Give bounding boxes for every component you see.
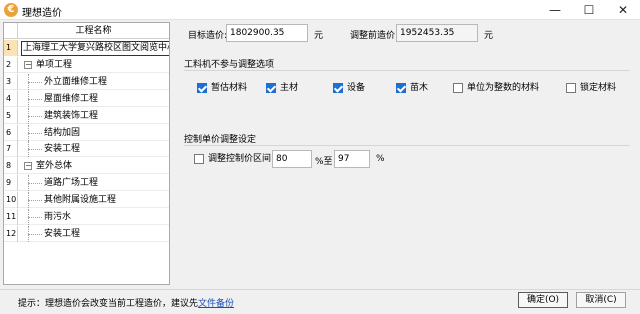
ok-button[interactable]: 确定(O) [518,292,568,308]
tree-connector-line [28,233,42,235]
tree-connector-line [28,132,42,134]
tree-row-number: 5 [4,107,18,124]
tree-row-number: 8 [4,158,18,175]
checkbox-box[interactable] [197,83,207,93]
tree-row[interactable]: 7 安装工程 [4,141,169,158]
collapse-toggle-icon[interactable]: − [24,60,32,69]
tree-row[interactable]: 1 上海理工大学复兴路校区图文阅览中心 [4,40,169,56]
tree-row-label: 道路广场工程 [44,178,99,189]
tree-row-label: 安装工程 [44,228,81,239]
tree-column-header: 工程名称 [75,26,112,36]
control-range-end-text: % [376,154,385,164]
tree-row-number: 4 [4,90,18,107]
before-price-label: 调整前造价: [350,31,399,41]
material-option-label: 设备 [347,83,366,93]
before-price-unit: 元 [484,31,494,41]
title-bar: € 理想造价 — ☐ ✕ [0,0,640,20]
tree-row-number: 6 [4,124,18,141]
control-range-checkbox-box[interactable] [194,154,204,164]
footer-tip-text: 提示：理想造价会改变当前工程造价，建议先 [18,299,199,309]
tree-row[interactable]: 9 道路广场工程 [4,175,169,192]
tree-row[interactable]: 8− 室外总体 [4,158,169,175]
control-range-from-input[interactable]: 80 [272,150,312,168]
window-title: 理想造价 [22,8,62,19]
tree-row-number: 2 [4,56,18,73]
material-option-label: 苗木 [410,83,429,93]
tree-row-number: 10 [4,192,18,209]
tree-row[interactable]: 6 结构加固 [4,124,169,141]
tree-row-label: 屋面维修工程 [44,93,99,104]
tree-row-label: 外立面维修工程 [44,76,108,87]
tree-row-number: 12 [4,225,18,242]
footer-tip: 提示：理想造价会改变当前工程造价，建议先文件备份 [18,296,234,309]
close-button[interactable]: ✕ [606,0,640,20]
cancel-button[interactable]: 取消(C) [576,292,626,308]
tree-connector-line [28,183,42,185]
material-option-label: 主材 [280,83,299,93]
tree-row[interactable]: 11 雨污水 [4,209,169,225]
tree-connector-line [28,200,42,202]
tree-header: 工程名称 [4,23,169,39]
checkbox-box[interactable] [333,83,343,93]
material-option-label: 暂估材料 [211,83,248,93]
tree-connector-line [28,115,42,117]
checkbox-box[interactable] [266,83,276,93]
control-group-title: 控制单价调整设定 [184,135,257,145]
control-range-to-input[interactable]: 97 [334,150,370,168]
target-price-unit: 元 [314,31,324,41]
tree-connector-line [28,98,42,100]
collapse-toggle-icon[interactable]: − [24,162,32,171]
project-tree: 工程名称 1 上海理工大学复兴路校区图文阅览中心 2− 单项工程 3 外立面维修工程 4 屋面… [3,22,170,285]
target-price-input[interactable]: 1802900.35 [226,24,308,42]
material-option-label: 单位为整数的材料 [467,83,540,93]
tree-row[interactable]: 2− 单项工程 [4,56,169,73]
tree-connector-line [28,149,42,151]
minimize-button[interactable]: — [538,0,572,20]
footer-divider [0,289,640,290]
tree-row[interactable]: 12 安装工程 [4,225,169,242]
maximize-button[interactable]: ☐ [572,0,606,20]
tree-row-label: 建筑装饰工程 [44,110,99,121]
material-option-label: 锁定材料 [580,83,617,93]
tree-header-corner [4,23,18,39]
tree-connector-line [28,217,42,218]
app-logo-icon: € [4,3,18,17]
tree-row-label: 其他附属设施工程 [44,195,117,206]
materials-group-divider [184,70,630,71]
tree-connector-line [28,81,42,83]
checkbox-box[interactable] [396,83,406,93]
control-range-mid-text: %至 [315,157,333,167]
file-backup-link[interactable]: 文件备份 [198,299,234,309]
tree-row-label: 上海理工大学复兴路校区图文阅览中心 [21,41,169,56]
checkbox-box[interactable] [566,83,576,93]
target-price-label: 目标造价: [188,31,228,41]
checkbox-box[interactable] [453,83,463,93]
tree-row[interactable]: 10 其他附属设施工程 [4,192,169,209]
before-price-field: 1952453.35 [396,24,478,42]
tree-row-label: 安装工程 [44,144,81,155]
materials-group-title: 工料机不参与调整选项 [184,60,275,70]
tree-row-number: 1 [4,40,18,56]
tree-row-label: 结构加固 [44,127,81,138]
control-range-checkbox-label: 调整控制价区间: [208,154,275,164]
control-group-divider [184,145,630,146]
tree-row-number: 11 [4,209,18,225]
tree-row-label: 雨污水 [44,212,72,222]
tree-row-number: 3 [4,73,18,90]
tree-row-number: 7 [4,141,18,158]
tree-row[interactable]: 4 屋面维修工程 [4,90,169,107]
tree-row-label: 室外总体 [36,161,73,172]
tree-row-number: 9 [4,175,18,192]
tree-row[interactable]: 5 建筑装饰工程 [4,107,169,124]
tree-row[interactable]: 3 外立面维修工程 [4,73,169,90]
tree-row-label: 单项工程 [36,59,73,70]
